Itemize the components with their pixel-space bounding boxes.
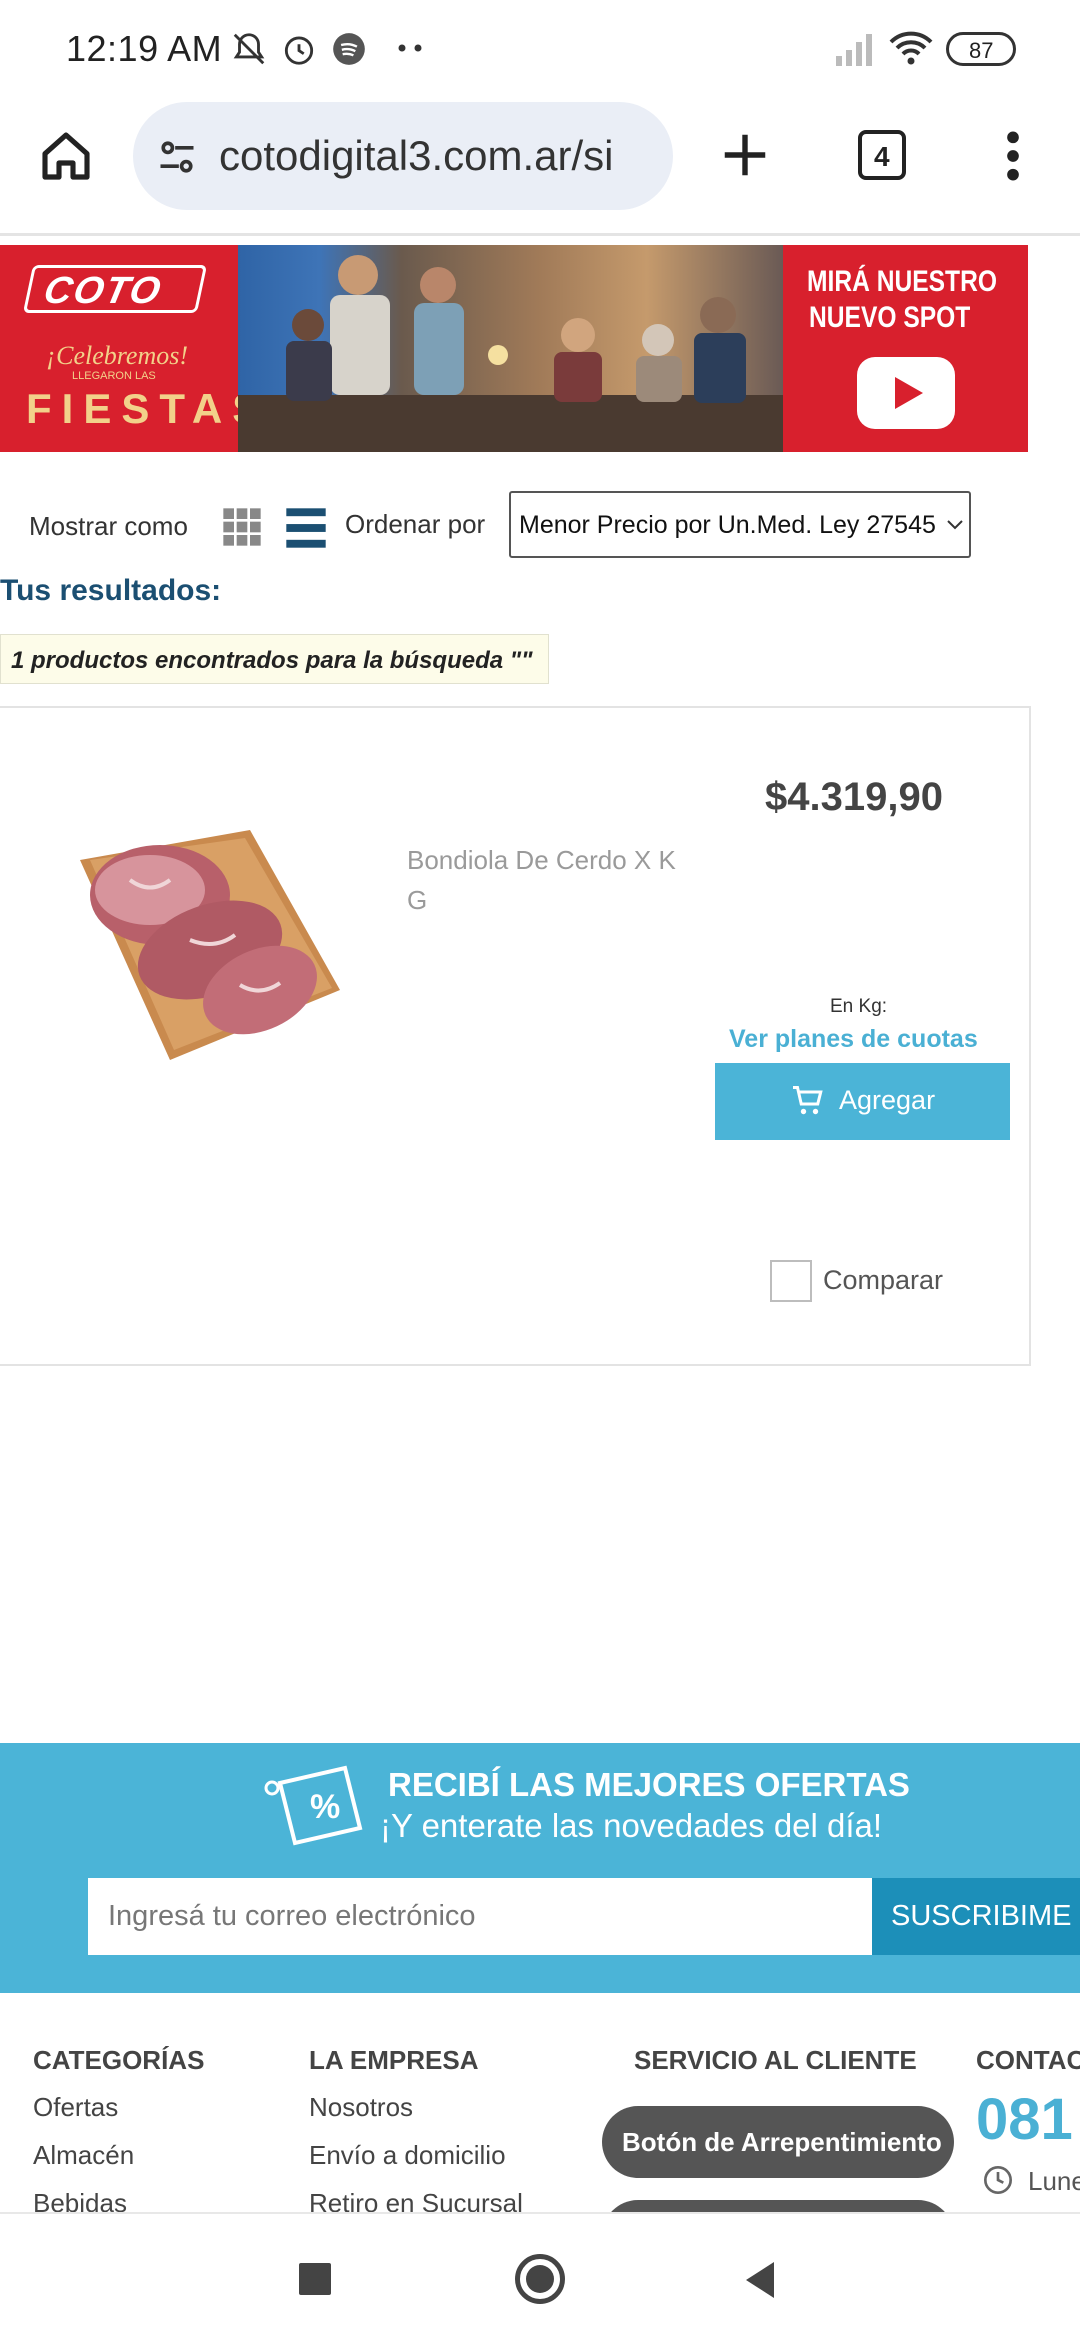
banner-fiestas: FIESTAS — [26, 385, 271, 432]
grid-view-icon[interactable] — [222, 507, 262, 547]
sort-select[interactable]: Menor Precio por Un.Med. Ley 27545 — [509, 491, 971, 558]
home-nav-icon[interactable] — [515, 2254, 565, 2304]
back-icon[interactable] — [742, 2260, 778, 2300]
installments-link[interactable]: Ver planes de cuotas — [729, 1025, 978, 1054]
sort-selected-value: Menor Precio por Un.Med. Ley 27545 — [519, 511, 936, 539]
results-title: Tus resultados: — [0, 574, 222, 607]
tab-count: 4 — [874, 141, 890, 172]
footer-categories-title: CATEGORÍAS — [33, 2045, 205, 2075]
product-image[interactable] — [50, 800, 350, 1070]
regret-button-label: Botón de Arrepentimiento — [622, 2127, 942, 2157]
footer-link-almacen[interactable]: Almacén — [33, 2140, 134, 2171]
sort-by-label: Ordenar por — [345, 509, 486, 539]
spotify-icon — [333, 33, 365, 65]
more-dots-icon — [398, 44, 422, 52]
banner-cta-panel[interactable]: MIRÁ NUESTRO NUEVO SPOT — [783, 245, 1028, 452]
regret-button[interactable]: Botón de Arrepentimiento — [602, 2106, 954, 2178]
product-name[interactable]: Bondiola De Cerdo X K G — [407, 840, 687, 920]
banner-cta-line2: NUEVO SPOT — [809, 301, 971, 334]
subscribe-button[interactable]: SUSCRIBIME — [872, 1878, 1080, 1955]
footer-link-nosotros[interactable]: Nosotros — [309, 2092, 413, 2123]
alarm-icon — [284, 36, 314, 65]
chevron-down-icon — [947, 520, 963, 530]
youtube-play-icon[interactable] — [857, 357, 955, 429]
add-to-cart-label: Agregar — [839, 1085, 936, 1115]
contact-phone[interactable]: 081 — [976, 2086, 1073, 2153]
celebration-photo — [238, 255, 783, 452]
newsletter-subline: ¡Y enterate las novedades del día! — [380, 1807, 883, 1844]
address-bar[interactable]: cotodigital3.com.ar/si — [133, 102, 673, 210]
footer-contact-title: CONTAC — [976, 2045, 1080, 2075]
signal-icon — [836, 34, 872, 66]
product-price: $4.319,90 — [765, 775, 943, 819]
menu-kebab-icon[interactable] — [1000, 128, 1026, 184]
newsletter-section: % RECIBÍ LAS MEJORES OFERTAS ¡Y enterate… — [0, 1743, 1080, 1993]
banner-brand-panel: COTO ¡Celebremos! LLEGARON LAS FIESTAS — [0, 245, 260, 452]
banner-tagline-small: LLEGARON LAS — [72, 370, 156, 382]
subscribe-label: SUSCRIBIME — [891, 1900, 1072, 1932]
footer-link-bebidas[interactable]: Bebidas — [33, 2188, 127, 2212]
promo-banner[interactable]: COTO ¡Celebremos! LLEGARON LAS FIESTAS M… — [0, 245, 1028, 452]
newsletter-headline: RECIBÍ LAS MEJORES OFERTAS — [388, 1766, 910, 1803]
status-bar: 12:19 AM 87 — [0, 0, 1080, 96]
footer-service-title: SERVICIO AL CLIENTE — [634, 2045, 917, 2075]
battery-level: 87 — [969, 38, 994, 63]
svg-text:%: % — [310, 1788, 340, 1826]
product-unit: En Kg: — [830, 996, 888, 1017]
banner-cta-line1: MIRÁ NUESTRO — [807, 265, 997, 298]
compare-checkbox[interactable] — [770, 1260, 812, 1302]
service-button-partial[interactable] — [602, 2200, 954, 2212]
system-nav-bar — [0, 2212, 1080, 2340]
footer-link-retiro[interactable]: Retiro en Sucursal — [309, 2188, 523, 2212]
banner-tagline: ¡Celebremos! — [46, 341, 189, 370]
site-settings-icon[interactable] — [155, 135, 199, 179]
mute-bell-icon — [233, 33, 265, 65]
email-placeholder: Ingresá tu correo electrónico — [108, 1900, 476, 1932]
list-view-icon[interactable] — [286, 507, 326, 549]
site-footer: CATEGORÍAS Ofertas Almacén Bebidas LA EM… — [0, 2000, 1080, 2212]
compare-label[interactable]: Comparar — [823, 1265, 943, 1296]
results-count-badge: 1 productos encontrados para la búsqueda… — [0, 634, 549, 684]
email-input[interactable]: Ingresá tu correo electrónico — [88, 1878, 872, 1955]
browser-toolbar: cotodigital3.com.ar/si 4 — [0, 96, 1080, 236]
battery-icon: 87 — [946, 32, 1016, 66]
footer-company-title: LA EMPRESA — [309, 2045, 479, 2075]
home-icon[interactable] — [38, 128, 94, 184]
clock-icon — [984, 2166, 1012, 2194]
tab-switcher-button[interactable]: 4 — [858, 130, 906, 180]
recents-icon[interactable] — [299, 2263, 331, 2295]
new-tab-icon[interactable] — [718, 128, 772, 182]
footer-link-envio[interactable]: Envío a domicilio — [309, 2140, 506, 2171]
wifi-icon — [889, 31, 933, 65]
results-count-text: 1 productos encontrados para la búsqueda… — [11, 647, 533, 674]
status-time: 12:19 AM — [66, 28, 223, 69]
show-as-label: Mostrar como — [29, 511, 188, 541]
cart-icon — [793, 1086, 823, 1115]
discount-tag-icon: % — [264, 1765, 363, 1846]
add-to-cart-button[interactable]: Agregar — [715, 1063, 1010, 1140]
coto-logo: COTO — [22, 265, 208, 313]
banner-photo — [238, 245, 783, 452]
contact-hours: Lune — [1028, 2166, 1080, 2196]
footer-link-ofertas[interactable]: Ofertas — [33, 2092, 118, 2123]
url-text[interactable]: cotodigital3.com.ar/si — [219, 132, 659, 180]
